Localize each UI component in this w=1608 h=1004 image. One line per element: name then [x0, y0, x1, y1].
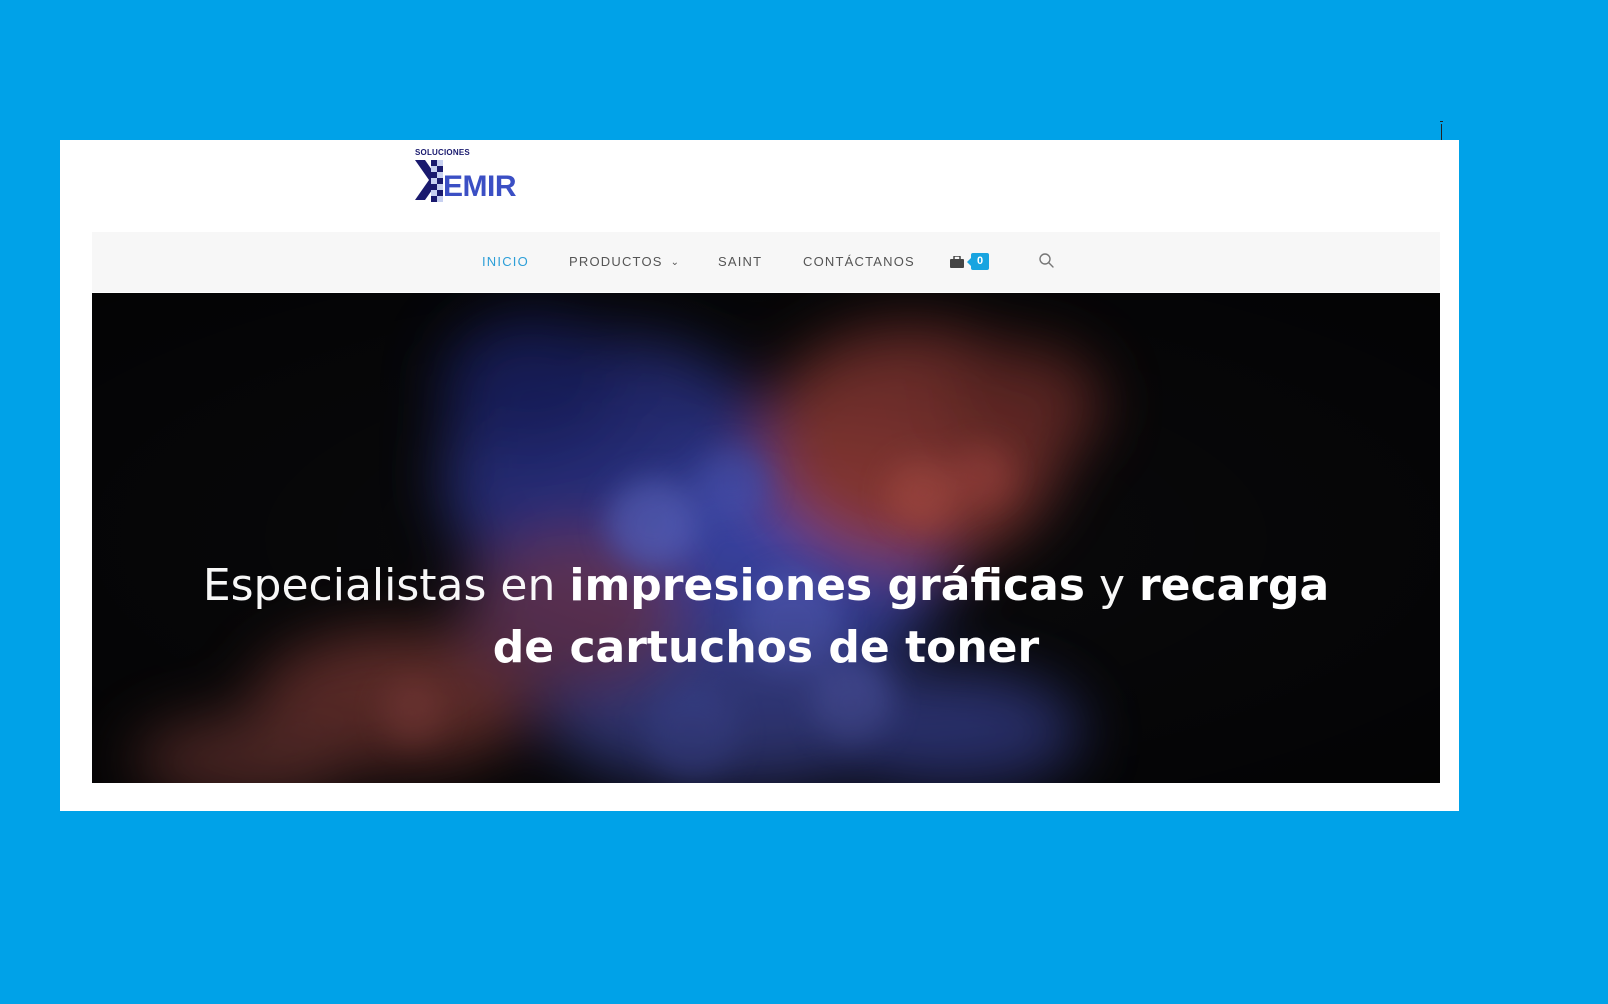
- ink-smoke-background: [92, 293, 1440, 783]
- cart-count-badge: 0: [967, 253, 989, 270]
- nav-item-inicio[interactable]: INICIO: [482, 232, 529, 292]
- hero-heading-part1: Especialistas en: [202, 560, 570, 611]
- site-logo[interactable]: SOLUCIONES EMIR: [415, 148, 535, 208]
- logo-big-text: EMIR: [443, 170, 517, 203]
- chevron-down-icon: ⌄: [670, 257, 681, 268]
- nav-item-productos-label: PRODUCTOS: [569, 254, 663, 269]
- nav-item-saint[interactable]: SAINT: [718, 232, 762, 292]
- website-frame: SOLUCIONES EMIR INICIO PRODUCTOS ⌄ SAINT …: [60, 140, 1459, 811]
- search-icon[interactable]: [1038, 252, 1056, 270]
- nav-item-productos[interactable]: PRODUCTOS ⌄: [569, 232, 680, 292]
- nav-item-contactanos[interactable]: CONTÁCTANOS: [803, 232, 915, 292]
- text-cursor-tick: [1440, 121, 1443, 122]
- cart-button[interactable]: 0: [950, 232, 1002, 292]
- hero-heading: Especialistas en impresiones gráficas y …: [172, 555, 1360, 679]
- hero-heading-part2: impresiones gráficas: [569, 560, 1085, 611]
- hero-heading-part3: y: [1084, 560, 1139, 611]
- shopping-bag-icon: [950, 256, 964, 268]
- main-navbar: INICIO PRODUCTOS ⌄ SAINT CONTÁCTANOS 0: [92, 232, 1440, 292]
- hero-banner: Especialistas en impresiones gráficas y …: [92, 293, 1440, 783]
